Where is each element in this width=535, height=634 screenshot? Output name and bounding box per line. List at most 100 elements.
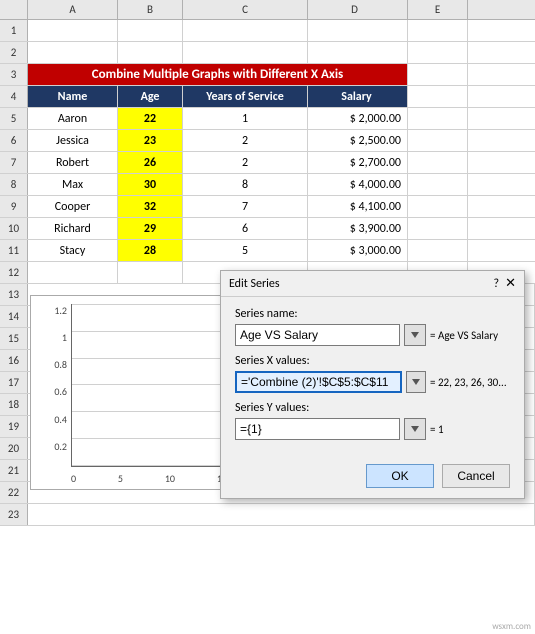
- cell-jessica-years[interactable]: 2: [183, 130, 308, 151]
- col-header-e: E: [408, 0, 468, 19]
- cell-cooper-years[interactable]: 7: [183, 196, 308, 217]
- table-row: 23: [0, 504, 535, 526]
- table-row: 10 Richard 29 6 $ 3,900.00: [0, 218, 535, 240]
- cancel-button[interactable]: Cancel: [442, 464, 510, 488]
- table-row: 5 Aaron 22 1 $ 2,000.00: [0, 108, 535, 130]
- cell-5f[interactable]: [408, 108, 468, 129]
- x-label-0: 0: [71, 472, 76, 485]
- series-x-collapse-button[interactable]: [406, 371, 426, 393]
- series-name-input-row: = Age VS Salary: [235, 324, 510, 346]
- cell-1c[interactable]: [118, 20, 183, 41]
- cell-aaron-name[interactable]: Aaron: [28, 108, 118, 129]
- cell-4f[interactable]: [408, 86, 468, 107]
- column-headers: A B C D E: [0, 0, 535, 20]
- cell-2b[interactable]: [28, 42, 118, 63]
- series-x-equals: = 22, 23, 26, 30...: [430, 376, 510, 389]
- cell-robert-years[interactable]: 2: [183, 152, 308, 173]
- table-row: 8 Max 30 8 $ 4,000.00: [0, 174, 535, 196]
- col-header-b: B: [118, 0, 183, 19]
- cell-cooper-age[interactable]: 32: [118, 196, 183, 217]
- cell-aaron-age[interactable]: 22: [118, 108, 183, 129]
- row-num-16: 16: [0, 350, 28, 371]
- row-num-11: 11: [0, 240, 28, 261]
- dialog-help-button[interactable]: ?: [494, 277, 500, 291]
- cell-robert-name[interactable]: Robert: [28, 152, 118, 173]
- cell-jessica-name[interactable]: Jessica: [28, 130, 118, 151]
- cell-stacy-salary[interactable]: $ 3,000.00: [308, 240, 408, 261]
- cell-11f[interactable]: [408, 240, 468, 261]
- series-name-row: Series name: = Age VS Salary: [235, 307, 510, 346]
- cell-3f[interactable]: [408, 64, 468, 85]
- cell-richard-salary[interactable]: $ 3,900.00: [308, 218, 408, 239]
- row-num-23: 23: [0, 504, 28, 525]
- table-row: 11 Stacy 28 5 $ 3,000.00: [0, 240, 535, 262]
- cell-richard-age[interactable]: 29: [118, 218, 183, 239]
- series-y-input-row: = 1: [235, 418, 510, 440]
- col-header-row-num: [0, 0, 28, 19]
- cell-12c[interactable]: [118, 262, 183, 283]
- row-num-2: 2: [0, 42, 28, 63]
- cell-stacy-name[interactable]: Stacy: [28, 240, 118, 261]
- row-num-12: 12: [0, 262, 28, 283]
- cell-1f[interactable]: [408, 20, 468, 41]
- cell-stacy-age[interactable]: 28: [118, 240, 183, 261]
- row-num-19: 19: [0, 416, 28, 437]
- header-age: Age: [118, 86, 183, 107]
- row-num-6: 6: [0, 130, 28, 151]
- cell-jessica-age[interactable]: 23: [118, 130, 183, 151]
- watermark: wsxm.com: [492, 621, 531, 632]
- cell-robert-age[interactable]: 26: [118, 152, 183, 173]
- cell-robert-salary[interactable]: $ 2,700.00: [308, 152, 408, 173]
- cell-8f[interactable]: [408, 174, 468, 195]
- cell-7f[interactable]: [408, 152, 468, 173]
- cell-12b[interactable]: [28, 262, 118, 283]
- cell-cooper-salary[interactable]: $ 4,100.00: [308, 196, 408, 217]
- cell-1b[interactable]: [28, 20, 118, 41]
- cell-max-years[interactable]: 8: [183, 174, 308, 195]
- cell-2d[interactable]: [183, 42, 308, 63]
- series-name-label: Series name:: [235, 307, 510, 321]
- x-label-10: 10: [165, 472, 175, 485]
- cell-cooper-name[interactable]: Cooper: [28, 196, 118, 217]
- y-label-1: 1: [62, 331, 67, 344]
- row-num-3: 3: [0, 64, 28, 85]
- cell-2c[interactable]: [118, 42, 183, 63]
- cell-jessica-salary[interactable]: $ 2,500.00: [308, 130, 408, 151]
- row-num-14: 14: [0, 306, 28, 327]
- row-num-22: 22: [0, 482, 28, 503]
- cell-max-age[interactable]: 30: [118, 174, 183, 195]
- cell-stacy-years[interactable]: 5: [183, 240, 308, 261]
- cell-2f[interactable]: [408, 42, 468, 63]
- cell-max-name[interactable]: Max: [28, 174, 118, 195]
- col-header-d: D: [308, 0, 408, 19]
- cell-23[interactable]: [28, 504, 535, 525]
- cell-richard-name[interactable]: Richard: [28, 218, 118, 239]
- cell-1e[interactable]: [308, 20, 408, 41]
- cell-9f[interactable]: [408, 196, 468, 217]
- cell-6f[interactable]: [408, 130, 468, 151]
- cell-aaron-years[interactable]: 1: [183, 108, 308, 129]
- row-num-5: 5: [0, 108, 28, 129]
- series-name-input[interactable]: [235, 324, 400, 346]
- series-name-collapse-button[interactable]: [404, 324, 426, 346]
- cell-1d[interactable]: [183, 20, 308, 41]
- row-num-1: 1: [0, 20, 28, 41]
- dialog-controls: ? ✕: [494, 276, 516, 291]
- dialog-close-button[interactable]: ✕: [505, 276, 516, 291]
- cell-2e[interactable]: [308, 42, 408, 63]
- series-y-input[interactable]: [235, 418, 400, 440]
- cell-richard-years[interactable]: 6: [183, 218, 308, 239]
- row-num-4: 4: [0, 86, 28, 107]
- y-label-0.6: 0.6: [54, 385, 67, 398]
- cell-10f[interactable]: [408, 218, 468, 239]
- series-x-input[interactable]: [235, 371, 402, 393]
- ok-button[interactable]: OK: [366, 464, 434, 488]
- cell-max-salary[interactable]: $ 4,000.00: [308, 174, 408, 195]
- row-num-13: 13: [0, 284, 28, 305]
- col-header-a: A: [28, 0, 118, 19]
- cell-aaron-salary[interactable]: $ 2,000.00: [308, 108, 408, 129]
- row-num-10: 10: [0, 218, 28, 239]
- row-num-9: 9: [0, 196, 28, 217]
- series-y-collapse-button[interactable]: [404, 418, 426, 440]
- table-row: 9 Cooper 32 7 $ 4,100.00: [0, 196, 535, 218]
